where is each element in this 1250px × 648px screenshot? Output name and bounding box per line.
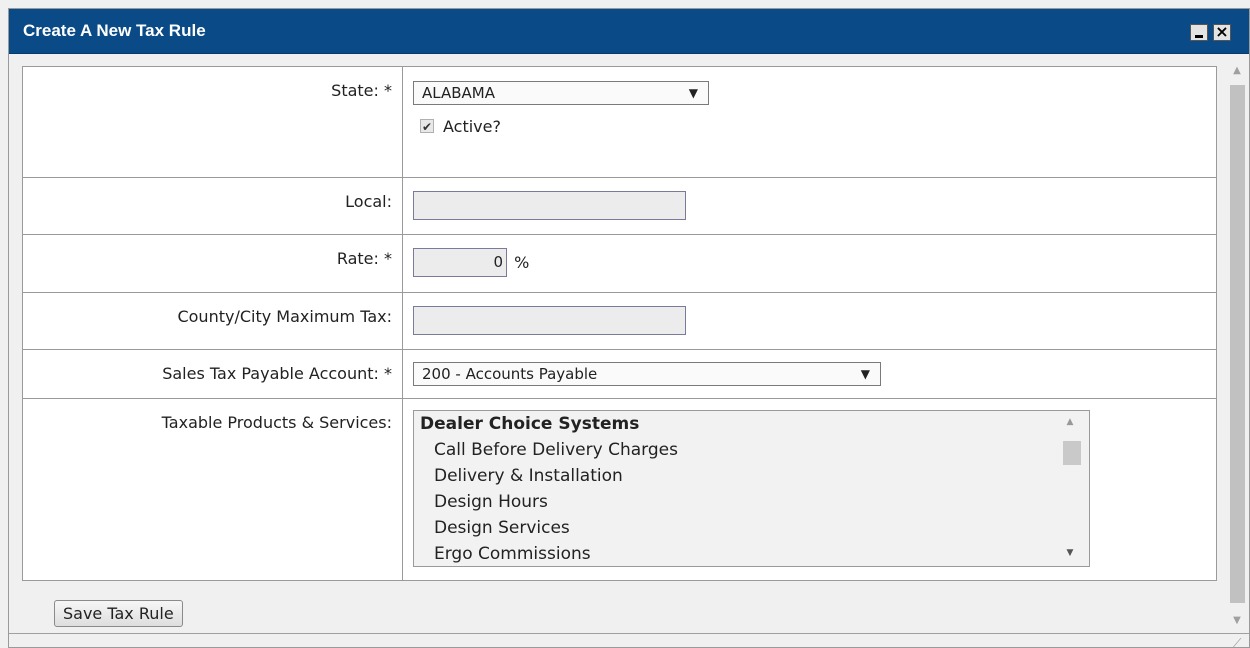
state-label: State: * <box>22 66 403 178</box>
local-label: Local: <box>22 177 403 235</box>
taxable-products-listbox[interactable]: Dealer Choice Systems Call Before Delive… <box>413 410 1090 567</box>
state-selected-value: ALABAMA <box>422 84 495 102</box>
taxable-label: Taxable Products & Services: <box>22 398 403 581</box>
dialog-titlebar[interactable]: Create A New Tax Rule × <box>9 9 1249 54</box>
close-icon[interactable]: × <box>1213 22 1231 41</box>
county-max-input[interactable] <box>413 306 686 335</box>
resize-grip-icon[interactable]: ⟋ <box>1233 637 1247 648</box>
list-item[interactable]: Design Hours <box>414 489 1089 515</box>
tax-rule-dialog: Create A New Tax Rule × State: * ALABAMA… <box>8 8 1250 648</box>
listbox-scroll-thumb[interactable] <box>1063 441 1081 465</box>
local-input[interactable] <box>413 191 686 220</box>
state-select[interactable]: ALABAMA ▼ <box>413 81 709 105</box>
dialog-scroll-thumb[interactable] <box>1230 85 1245 603</box>
dialog-scrollbar[interactable]: ▲ ▼ <box>1225 55 1249 633</box>
list-item[interactable]: Delivery & Installation <box>414 463 1089 489</box>
list-item[interactable]: Ergo Commissions <box>414 541 1089 566</box>
save-tax-rule-button[interactable]: Save Tax Rule <box>54 600 183 627</box>
county-max-label: County/City Maximum Tax: <box>22 292 403 350</box>
listbox-scrollbar[interactable]: ▲ ▼ <box>1061 411 1081 566</box>
sales-tax-account-label: Sales Tax Payable Account: * <box>22 349 403 399</box>
rate-unit: % <box>514 253 530 272</box>
list-item[interactable]: Design Services <box>414 515 1089 541</box>
dialog-title: Create A New Tax Rule <box>23 21 206 40</box>
rate-label: Rate: * <box>22 234 403 293</box>
scroll-up-icon[interactable]: ▲ <box>1225 59 1249 83</box>
active-label: Active? <box>443 117 501 136</box>
active-checkbox[interactable] <box>420 116 434 138</box>
sales-tax-account-select[interactable]: 200 - Accounts Payable ▼ <box>413 362 881 386</box>
scroll-down-icon[interactable]: ▼ <box>1061 548 1079 558</box>
sales-tax-account-value: 200 - Accounts Payable <box>422 365 598 383</box>
scroll-up-icon[interactable]: ▲ <box>1061 417 1079 427</box>
tax-rule-form: State: * ALABAMA ▼ Active? Local: Rate: … <box>22 66 1217 581</box>
divider <box>9 633 1249 634</box>
scroll-down-icon[interactable]: ▼ <box>1225 609 1249 633</box>
chevron-down-icon: ▼ <box>860 367 870 381</box>
chevron-down-icon: ▼ <box>688 86 698 100</box>
list-group-header: Dealer Choice Systems <box>420 414 640 434</box>
minimize-icon[interactable] <box>1190 24 1208 41</box>
rate-input[interactable]: 0 <box>413 248 507 277</box>
list-item[interactable]: Call Before Delivery Charges <box>414 437 1089 463</box>
